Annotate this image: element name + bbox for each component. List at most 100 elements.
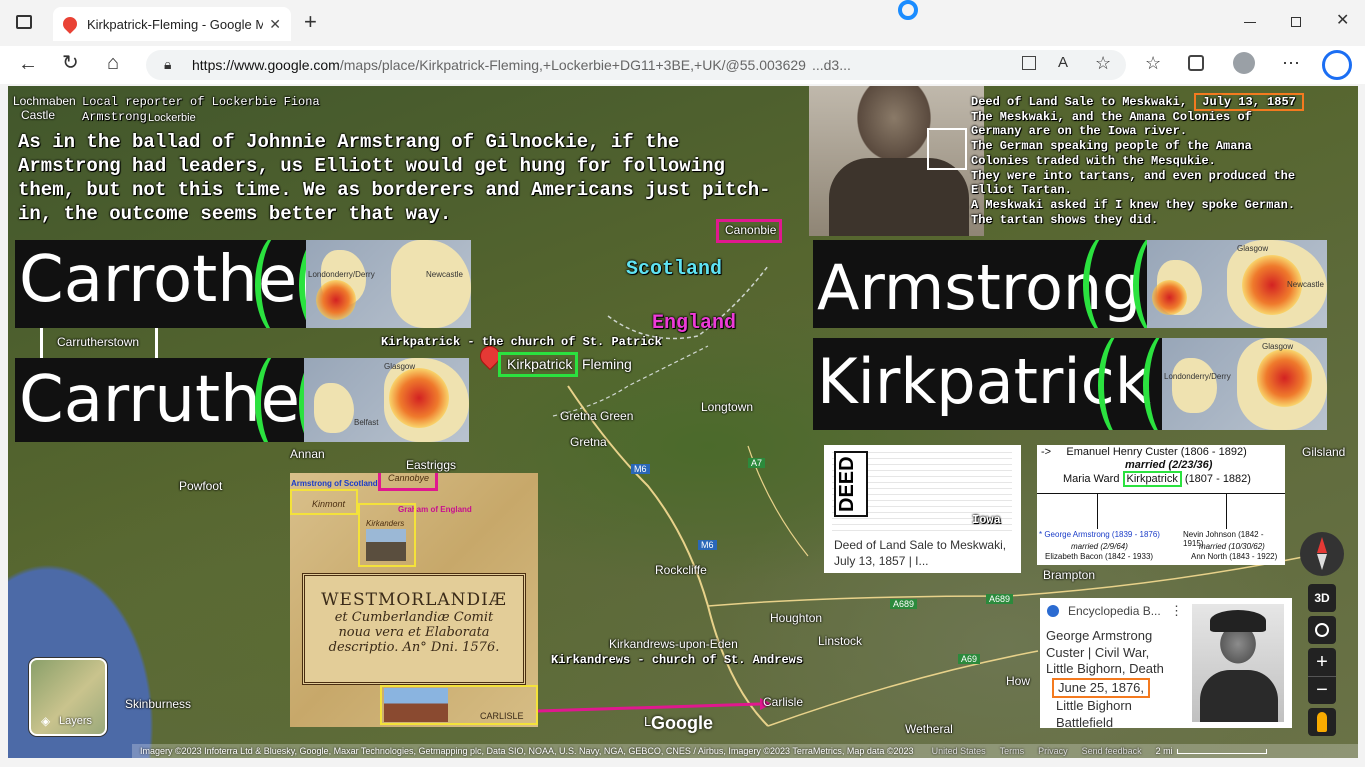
deed-note-line: They were into tartans, and even produce… <box>971 168 1296 183</box>
tree-branch <box>1097 493 1227 529</box>
place-canonbie[interactable]: Canonbie <box>725 223 776 237</box>
deed-note-line: Elliot Tartan. <box>971 183 1072 198</box>
close-tab-icon[interactable]: ✕ <box>269 16 281 33</box>
minimize-icon[interactable] <box>1244 22 1256 23</box>
card-menu-icon[interactable]: ⋮ <box>1170 603 1183 619</box>
place-carlisle[interactable]: Carlisle <box>763 695 803 709</box>
footer-link-privacy[interactable]: Privacy <box>1038 746 1068 756</box>
place-how[interactable]: How <box>1006 674 1030 688</box>
url-field[interactable]: 🔒︎ https://www.google.com /maps/place/Ki… <box>146 50 1126 80</box>
map-canvas[interactable]: Lochmaben Castle Lockerbie Gretna Green … <box>8 86 1358 758</box>
read-aloud-icon[interactable]: A <box>1058 55 1068 70</box>
map-label-glasgow: Glasgow <box>1262 342 1294 351</box>
scale-label[interactable]: 2 mi <box>1156 746 1173 756</box>
portrait-highlight <box>927 128 967 170</box>
compass-icon[interactable] <box>1300 532 1344 576</box>
zoom-in-button[interactable]: + <box>1308 648 1336 676</box>
church-photo <box>366 529 406 561</box>
place-gretna[interactable]: Gretna <box>570 435 607 449</box>
map-label-glasgow: Glasgow <box>1237 244 1269 253</box>
deed-note-line: The tartan shows they did. <box>971 212 1159 227</box>
favorites-icon[interactable]: ☆ <box>1145 54 1161 72</box>
place-powfoot[interactable]: Powfoot <box>179 479 222 493</box>
place-rockcliffe[interactable]: Rockcliffe <box>655 563 707 577</box>
deed-card[interactable]: DEED Iowa Deed of Land Sale to Meskwaki,… <box>824 445 1021 573</box>
uk-land <box>314 383 354 433</box>
add-favorite-icon[interactable]: ☆ <box>1095 54 1111 72</box>
place-kirkandrews[interactable]: Kirkandrews-upon-Eden <box>609 637 738 651</box>
road-m6: M6 <box>631 464 650 474</box>
zoom-out-button[interactable]: − <box>1308 676 1336 704</box>
place-brampton[interactable]: Brampton <box>1043 568 1095 582</box>
tree-g1s: Elizabeth Bacon (1842 - 1933) <box>1045 552 1154 561</box>
place-fleming[interactable]: Fleming <box>582 356 632 372</box>
road-a69: A69 <box>958 654 981 664</box>
zoom-control: + − <box>1308 648 1336 704</box>
active-tab[interactable]: Kirkpatrick-Fleming - Google M ✕ <box>53 7 291 41</box>
cartouche-line: noua vera et Elaborata <box>338 625 490 640</box>
new-tab-button[interactable]: + <box>304 11 317 33</box>
place-houghton[interactable]: Houghton <box>770 611 822 625</box>
meskwaki-portrait <box>809 86 984 236</box>
address-bar-row: ← ↻ ⌂ 🔒︎ https://www.google.com /maps/pl… <box>0 46 1365 84</box>
url-tail: ...d3... <box>811 57 851 73</box>
3d-button[interactable]: 3D <box>1308 584 1336 612</box>
my-location-button[interactable] <box>1308 616 1336 644</box>
deed-note: Deed of Land Sale to Meskwaki, July 13, … <box>971 93 1351 227</box>
place-eastriggs[interactable]: Eastriggs <box>406 458 456 472</box>
old-map-image: Armstrong of Scotland Kinmont Cannobye G… <box>290 473 538 727</box>
reporter-note-2: Armstrong <box>82 110 147 124</box>
location-target-icon <box>1315 623 1329 637</box>
footer-link-feedback[interactable]: Send feedback <box>1082 746 1142 756</box>
place-castle[interactable]: Castle <box>21 108 55 122</box>
compass-south <box>1317 554 1327 570</box>
place-skinburness[interactable]: Skinburness <box>125 697 191 711</box>
home-icon[interactable]: ⌂ <box>107 53 119 73</box>
place-lochmaben[interactable]: Lochmaben <box>13 94 76 108</box>
tree-g1m: married (2/9/64) <box>1071 542 1128 551</box>
restore-icon[interactable] <box>1291 17 1301 27</box>
deed-word: DEED <box>834 451 868 517</box>
place-annan[interactable]: Annan <box>290 447 325 461</box>
heat-spot <box>389 368 449 428</box>
apps-icon[interactable] <box>1022 56 1036 70</box>
collections-icon[interactable] <box>1188 55 1204 71</box>
old-map-canonbie: Cannobye <box>388 473 430 483</box>
layers-button[interactable]: ◈ Layers <box>29 658 107 736</box>
close-window-icon[interactable]: ✕ <box>1336 13 1349 29</box>
pegman-button[interactable] <box>1308 708 1336 736</box>
uk-heatmap: Glasgow Londonderry/Derry <box>1162 338 1327 430</box>
encyclopedia-text: George Armstrong Custer | Civil War, Lit… <box>1046 628 1164 728</box>
uk-heatmap: Glasgow Belfast <box>304 358 469 442</box>
google-maps-favicon-icon <box>60 14 80 34</box>
bing-copilot-icon[interactable] <box>1322 50 1352 80</box>
place-gilsland[interactable]: Gilsland <box>1302 445 1345 459</box>
place-linstock[interactable]: Linstock <box>818 634 862 648</box>
place-gretna-green[interactable]: Gretna Green <box>560 409 633 423</box>
tab-title: Kirkpatrick-Fleming - Google M <box>87 16 264 32</box>
place-carrutherstown[interactable]: Carrutherstown <box>57 335 139 349</box>
place-wetheral[interactable]: Wetheral <box>905 722 953 736</box>
pegman-icon <box>1317 712 1327 732</box>
britannica-logo-icon <box>1047 605 1059 617</box>
encyclopedia-card[interactable]: Encyclopedia B... ⋮ George Armstrong Cus… <box>1040 598 1292 728</box>
profile-avatar-icon[interactable] <box>1233 52 1255 74</box>
footer-link-region[interactable]: United States <box>932 746 986 756</box>
old-map-armstrong-label: Armstrong of Scotland <box>291 479 378 488</box>
more-menu-icon[interactable]: ⋯ <box>1282 54 1300 72</box>
tree-g1: * George Armstrong (1839 - 1876) <box>1039 530 1160 539</box>
back-icon[interactable]: ← <box>18 54 38 74</box>
place-lockerbie[interactable]: Lockerbie <box>148 112 196 124</box>
refresh-icon[interactable]: ↻ <box>62 53 79 73</box>
footer-link-terms[interactable]: Terms <box>1000 746 1025 756</box>
map-label-newcastle: Newcastle <box>426 270 463 279</box>
heat-spot <box>1257 348 1312 408</box>
deed-note-line: The Meskwaki, and the Amana Colonies of <box>971 109 1252 124</box>
map-label-belfast: Belfast <box>354 418 379 427</box>
old-map-kinmont: Kinmont <box>312 499 346 509</box>
tab-actions-icon[interactable] <box>16 15 32 29</box>
place-kirkpatrick[interactable]: Kirkpatrick <box>507 356 572 372</box>
place-longtown[interactable]: Longtown <box>701 400 753 414</box>
custer-family-tree: -> Emanuel Henry Custer (1806 - 1892) ma… <box>1037 445 1285 565</box>
road-a689: A689 <box>890 599 918 609</box>
